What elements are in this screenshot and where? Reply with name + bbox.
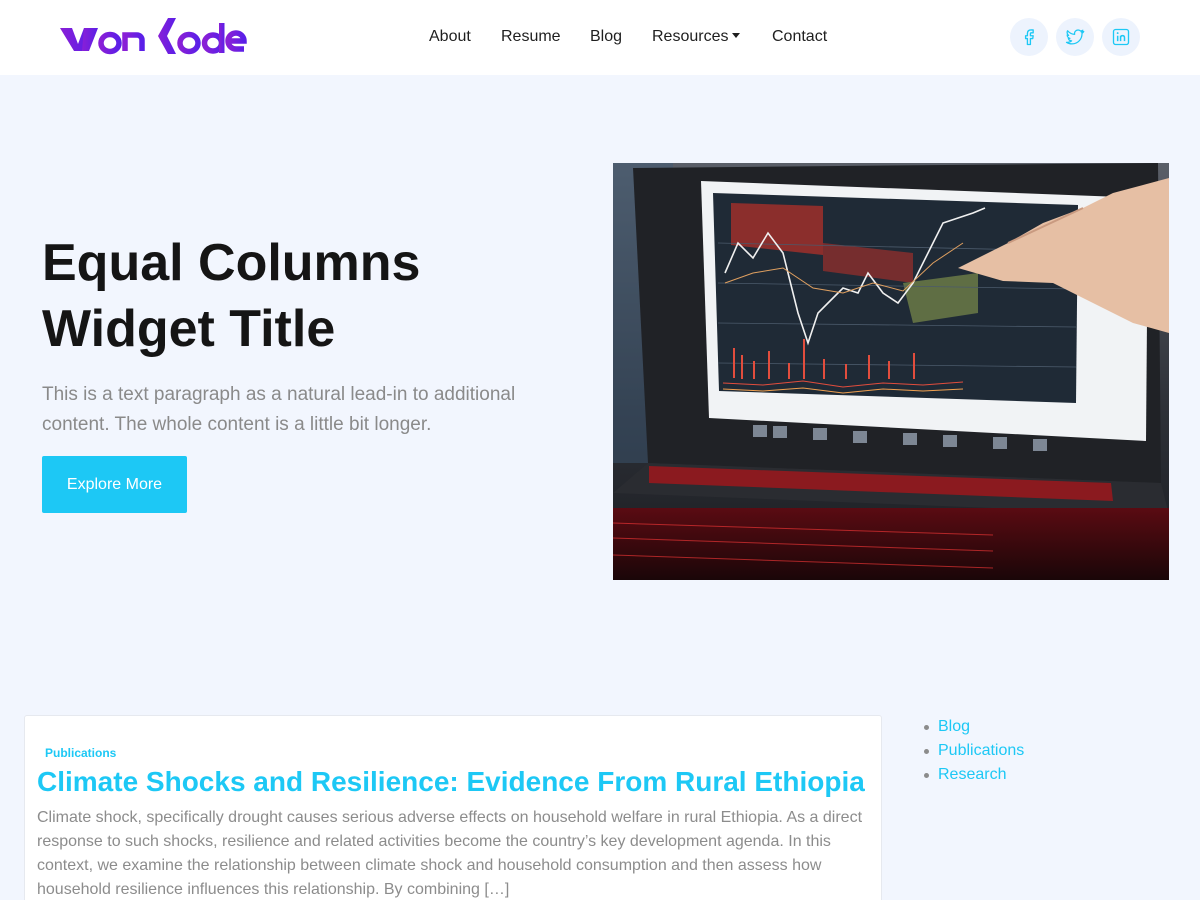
site-logo[interactable] xyxy=(58,14,263,60)
post-title-link[interactable]: Climate Shocks and Resilience: Evidence … xyxy=(37,765,865,799)
nav-resources[interactable]: Resources xyxy=(652,26,741,48)
post-excerpt: Climate shock, specifically drought caus… xyxy=(37,809,863,898)
linkedin-link[interactable] xyxy=(1102,18,1140,56)
twitter-link[interactable] xyxy=(1056,18,1094,56)
sidebar-item-research[interactable]: Research xyxy=(922,763,1024,787)
nav-resources-label: Resources xyxy=(652,28,729,45)
twitter-icon xyxy=(1065,29,1085,45)
logo-graphic xyxy=(60,18,247,55)
facebook-link[interactable] xyxy=(1010,18,1048,56)
explore-more-button[interactable]: Explore More xyxy=(42,456,187,513)
caret-down-icon xyxy=(732,33,741,38)
laptop-chart-illustration xyxy=(613,163,1169,580)
post-card: Publications Climate Shocks and Resilien… xyxy=(24,715,882,900)
nav-about[interactable]: About xyxy=(429,26,471,48)
nav-contact[interactable]: Contact xyxy=(772,26,827,48)
post-category-link[interactable]: Publications xyxy=(45,746,116,760)
facebook-icon xyxy=(1024,29,1034,46)
sidebar-category-list: Blog Publications Research xyxy=(922,715,1024,787)
hero-lead-text: This is a text paragraph as a natural le… xyxy=(42,384,516,435)
hero-title: Equal Columns Widget Title xyxy=(42,234,421,358)
linkedin-icon xyxy=(1112,28,1130,46)
nav-blog[interactable]: Blog xyxy=(590,26,622,48)
site-header: About Resume Blog Resources Contact xyxy=(0,0,1200,75)
nav-resume[interactable]: Resume xyxy=(501,26,561,48)
hero-image xyxy=(613,163,1169,580)
sidebar-item-blog[interactable]: Blog xyxy=(922,715,1024,739)
sidebar-item-publications[interactable]: Publications xyxy=(922,739,1024,763)
